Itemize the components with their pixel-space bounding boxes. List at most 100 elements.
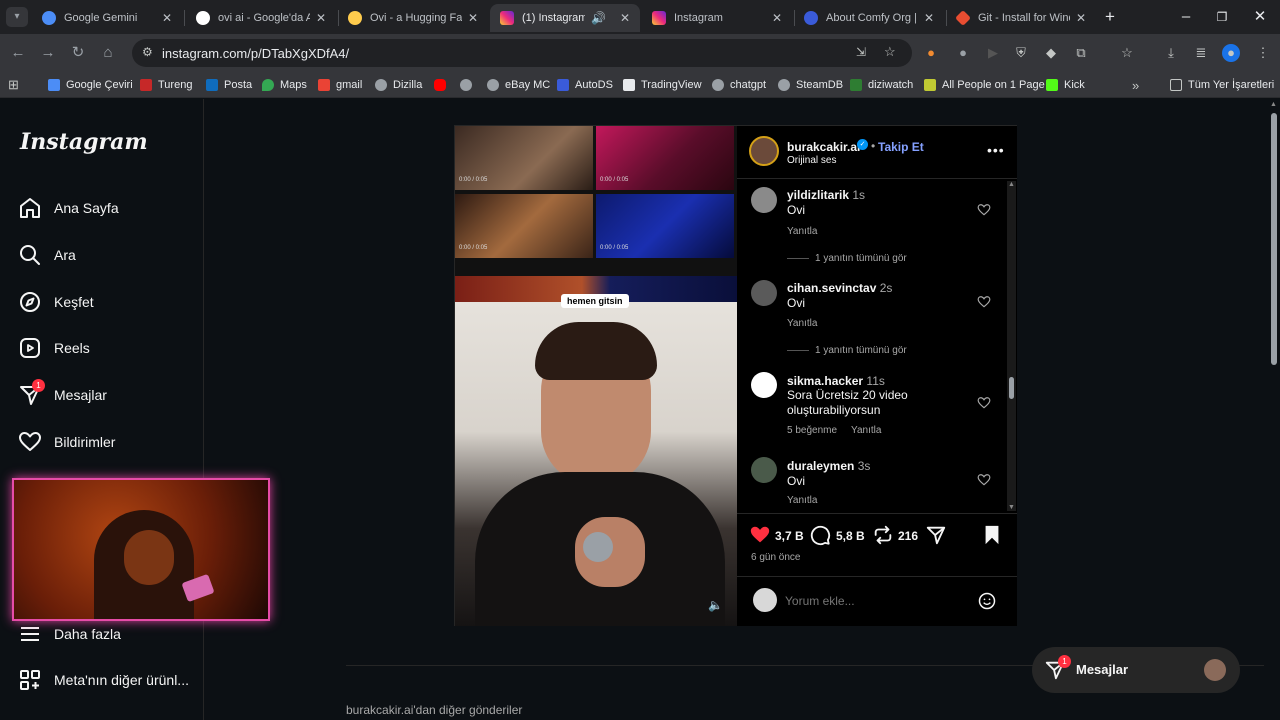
comment-username[interactable]: yildizlitarik 1s — [787, 188, 865, 202]
back-button[interactable]: ← — [8, 43, 28, 63]
mute-icon[interactable]: 🔈 — [708, 598, 723, 612]
install-app-icon[interactable]: ⇲ — [856, 45, 866, 59]
comment-likes[interactable]: 5 beğenme Yanıtla — [787, 425, 881, 436]
tab-6[interactable]: Git - Install for Windo ✕ — [946, 4, 1096, 32]
sidebar-item-notifications[interactable]: Bildirimler — [18, 427, 115, 457]
sidebar-item-explore[interactable]: Keşfet — [18, 287, 94, 317]
bookmark-chatgpt[interactable]: chatgpt — [712, 76, 766, 94]
comment-like-icon[interactable] — [977, 473, 991, 487]
page-scrollbar[interactable]: ▲ — [1268, 99, 1280, 720]
like-heart-icon[interactable] — [749, 524, 771, 546]
tab-3-active[interactable]: (1) Instagram 🔊 ✕ — [490, 4, 640, 32]
reply-link[interactable]: Yanıtla — [787, 318, 817, 329]
bookmark-maps[interactable]: Maps — [262, 76, 307, 94]
view-replies-link[interactable]: 1 yanıtın tümünü gör — [787, 253, 907, 264]
comment-like-icon[interactable] — [977, 295, 991, 309]
bookmark-steamdb[interactable]: SteamDB — [778, 76, 843, 94]
posted-ago[interactable]: 6 gün önce — [751, 552, 801, 563]
reply-link[interactable]: Yanıtla — [787, 495, 817, 506]
sidebar-item-reels[interactable]: Reels — [18, 333, 90, 363]
close-icon[interactable]: ✕ — [162, 11, 172, 25]
bookmark-dizilla[interactable]: Dizilla — [375, 76, 422, 94]
bookmark-posta[interactable]: Posta — [206, 76, 252, 94]
extension-1-icon[interactable]: ● — [922, 44, 940, 62]
video-controls[interactable]: 0:00 / 0:05 — [600, 177, 730, 187]
close-icon[interactable]: ✕ — [316, 11, 326, 25]
bookmark-star-icon[interactable]: ☆ — [884, 44, 896, 60]
close-icon[interactable]: ✕ — [1076, 11, 1086, 25]
bookmark-ebay[interactable]: eBay MC — [487, 76, 550, 94]
bookmark-tureng[interactable]: Tureng — [140, 76, 192, 94]
tab-1[interactable]: ovi ai - Google'da Ar ✕ — [186, 4, 336, 32]
scroll-thumb[interactable] — [1009, 377, 1014, 399]
video-thumb-2[interactable]: 0:00 / 0:05 — [596, 126, 734, 190]
video-controls[interactable]: 0:00 / 0:05 — [459, 245, 589, 255]
comment-avatar[interactable] — [751, 187, 777, 213]
comment-avatar[interactable] — [751, 457, 777, 483]
video-thumb-3[interactable]: 0:00 / 0:05 — [455, 194, 593, 258]
close-icon[interactable]: ✕ — [772, 11, 782, 25]
author-username[interactable]: burakcakir.ai — [787, 140, 860, 154]
forward-button[interactable]: → — [38, 43, 58, 63]
bookmark-tradingview[interactable]: TradingView — [623, 76, 702, 94]
new-tab-button[interactable]: + — [1100, 7, 1120, 27]
home-button[interactable]: ⌂ — [98, 43, 118, 63]
extension-3-icon[interactable]: ▶ — [984, 44, 1002, 62]
video-thumb-1[interactable]: 0:00 / 0:05 — [455, 126, 593, 190]
sidebar-item-more[interactable]: Daha fazla — [18, 619, 121, 649]
more-options-icon[interactable]: ••• — [987, 142, 1005, 158]
comment-like-icon[interactable] — [977, 396, 991, 410]
reload-button[interactable]: ↻ — [68, 43, 88, 63]
tab-2[interactable]: Ovi - a Hugging Face ✕ — [338, 4, 488, 32]
comment-avatar[interactable] — [751, 372, 777, 398]
sidebar-item-search[interactable]: Ara — [18, 240, 76, 270]
kebab-menu-icon[interactable]: ⋮ — [1254, 44, 1272, 62]
repost-icon[interactable] — [872, 524, 894, 546]
main-video[interactable]: 🔈 — [455, 302, 737, 626]
emoji-icon[interactable] — [977, 591, 997, 611]
apps-grid-icon[interactable]: ⊞ — [8, 76, 19, 94]
share-icon[interactable] — [925, 524, 947, 546]
media-controls-icon[interactable]: ≣ — [1192, 44, 1210, 62]
restore-button[interactable]: ❐ — [1212, 7, 1232, 27]
tab-4[interactable]: Instagram ✕ — [642, 4, 792, 32]
comment-avatar[interactable] — [751, 280, 777, 306]
bookmark-all-people[interactable]: All People on 1 Page — [924, 76, 1045, 94]
address-bar[interactable]: ⚙ instagram.com/p/DTabXgXDfA4/ ⇲ ☆ — [132, 39, 912, 67]
comment-input[interactable] — [785, 592, 975, 610]
reply-link[interactable]: Yanıtla — [851, 425, 881, 436]
puzzle-icon[interactable]: ⧉ — [1072, 44, 1090, 62]
scroll-down-arrow[interactable]: ▼ — [1008, 504, 1015, 511]
save-bookmark-icon[interactable] — [981, 524, 1003, 546]
bookmark-google-ceviri[interactable]: Google Çeviri — [48, 76, 133, 94]
comment-username[interactable]: sikma.hacker 11s — [787, 374, 885, 388]
sidebar-item-home[interactable]: Ana Sayfa — [18, 193, 119, 223]
audio-label[interactable]: Orijinal ses — [787, 155, 836, 166]
scroll-up-arrow[interactable]: ▲ — [1008, 181, 1015, 188]
comment-username[interactable]: cihan.sevinctav 2s — [787, 281, 892, 295]
follow-button[interactable]: Takip Et — [878, 140, 924, 154]
video-thumb-4[interactable]: 0:00 / 0:05 — [596, 194, 734, 258]
close-window-button[interactable]: ✕ — [1250, 7, 1270, 27]
speaker-icon[interactable]: 🔊 — [591, 11, 606, 25]
extension-4-icon[interactable]: ◆ — [1042, 44, 1060, 62]
author-avatar[interactable] — [749, 136, 779, 166]
tab-0[interactable]: Google Gemini ✕ — [32, 4, 182, 32]
tab-search-button[interactable]: ▾ — [6, 7, 28, 27]
minimize-button[interactable]: – — [1176, 7, 1196, 27]
all-bookmarks-folder[interactable]: Tüm Yer İşaretleri — [1170, 76, 1274, 94]
bookmark-autods[interactable]: AutoDS — [557, 76, 613, 94]
bookmark-youtube[interactable] — [434, 76, 452, 94]
video-controls[interactable]: 0:00 / 0:05 — [600, 245, 730, 255]
repost-count[interactable]: 216 — [898, 529, 918, 543]
reply-link[interactable]: Yanıtla — [787, 226, 817, 237]
page-scroll-up-arrow[interactable]: ▲ — [1270, 101, 1277, 108]
comment-count[interactable]: 5,8 B — [836, 529, 865, 543]
close-icon[interactable]: ✕ — [924, 11, 934, 25]
messages-floating-button[interactable]: 1 Mesajlar — [1032, 647, 1240, 693]
profile-avatar-icon[interactable]: ● — [1222, 44, 1240, 62]
instagram-logo[interactable]: Instagram — [20, 129, 148, 155]
close-icon[interactable]: ✕ — [468, 11, 478, 25]
comment-like-icon[interactable] — [977, 203, 991, 217]
comment-username[interactable]: duraleymen 3s — [787, 459, 870, 473]
